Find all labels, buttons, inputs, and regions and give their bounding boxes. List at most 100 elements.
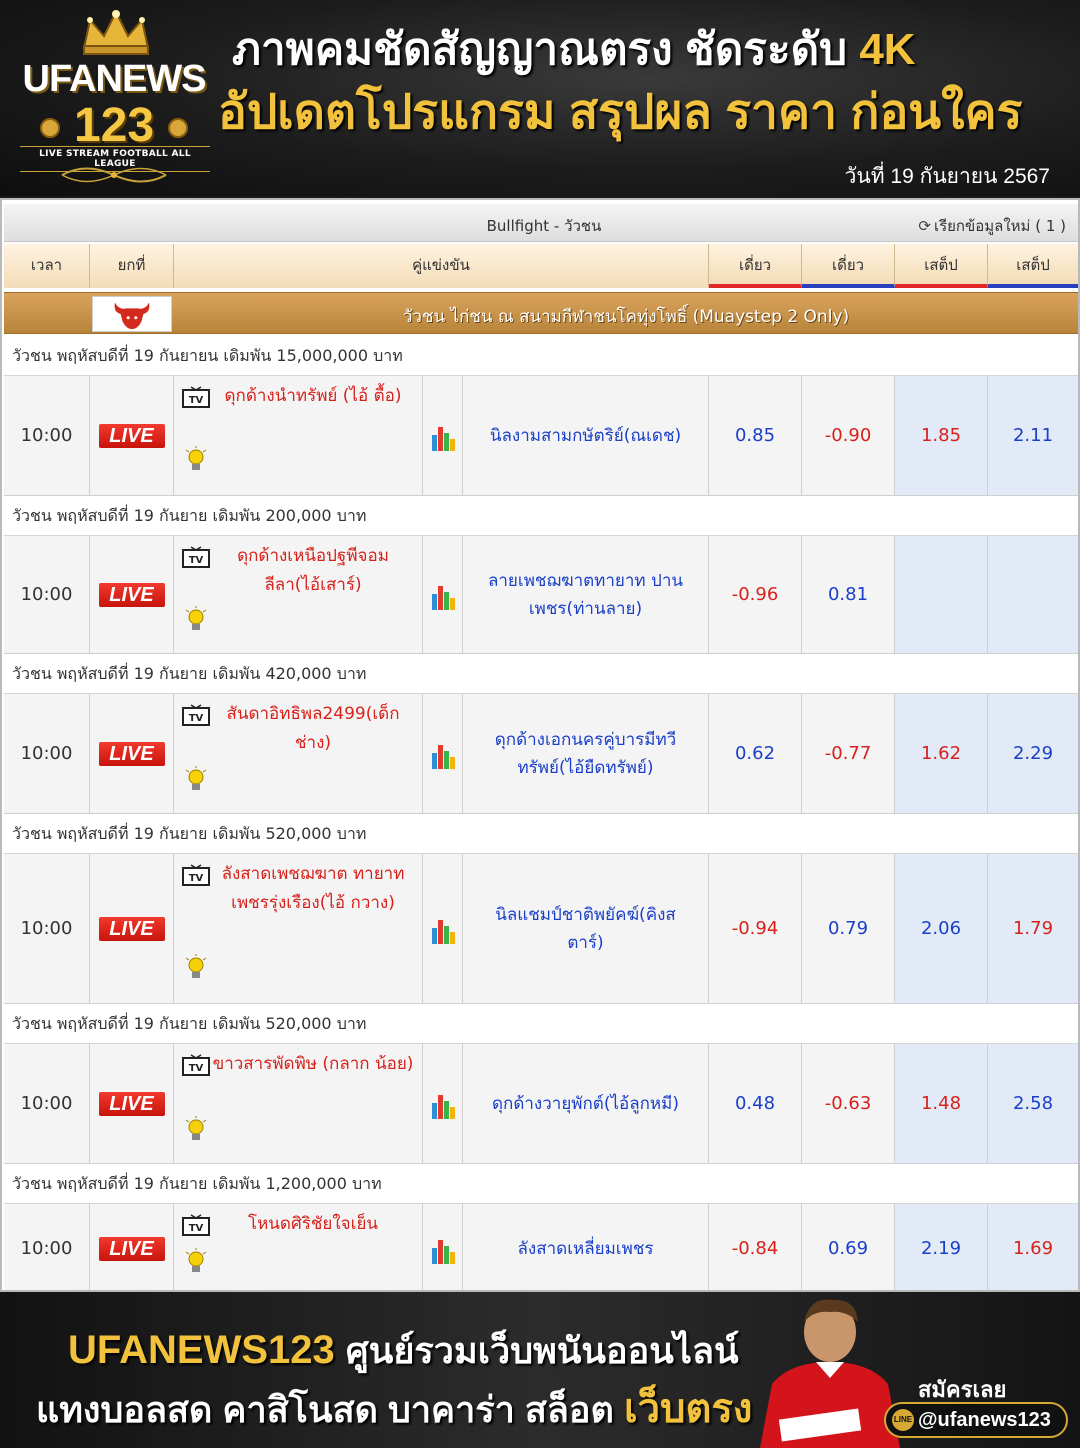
col-header-single-1[interactable]: เดี่ยว — [709, 244, 802, 288]
col-header-step-1[interactable]: เสต็ป — [895, 244, 988, 288]
stats-cell[interactable] — [423, 1044, 463, 1163]
stats-bars-icon[interactable] — [431, 1089, 455, 1119]
odds-single-2[interactable]: 0.69 — [802, 1204, 895, 1290]
odds-single-1[interactable]: 0.85 — [709, 376, 802, 495]
match-row[interactable]: 10:00 LIVE TV สันดาอิทธิพล2499(เด็ก ช่าง… — [4, 694, 1078, 814]
odds-single-1[interactable]: 0.62 — [709, 694, 802, 813]
match-time: 10:00 — [4, 1044, 90, 1163]
lightbulb-icon[interactable] — [184, 1248, 208, 1276]
tv-icon[interactable]: TV — [182, 1054, 210, 1076]
match-row[interactable]: 10:00 LIVE TV ขาวสารพัดพิษ (กลาก น้อย) ด… — [4, 1044, 1078, 1164]
match-description: วัวชน พฤหัสบดีที่ 19 กันยาย เดิมพัน 520,… — [4, 1004, 1078, 1044]
headline-secondary: อัปเดตโปรแกรม สรุปผล ราคา ก่อนใคร — [218, 86, 1023, 139]
live-button[interactable]: LIVE — [98, 741, 165, 766]
odds-single-1[interactable]: 0.48 — [709, 1044, 802, 1163]
lightbulb-icon[interactable] — [184, 606, 208, 634]
tv-icon[interactable]: TV — [182, 386, 210, 408]
live-cell: LIVE — [90, 1204, 174, 1290]
home-team[interactable]: ดุกด้างนำทรัพย์ (ไอ้ ตื้อ) — [210, 382, 416, 411]
live-button[interactable]: LIVE — [98, 1091, 165, 1116]
odds-step-1[interactable]: 1.48 — [895, 1044, 988, 1163]
live-button[interactable]: LIVE — [98, 916, 165, 941]
tv-icon[interactable]: TV — [182, 704, 210, 726]
odds-step-2[interactable]: 2.58 — [988, 1044, 1078, 1163]
stats-bars-icon[interactable] — [431, 580, 455, 610]
odds-step-2[interactable]: 1.69 — [988, 1204, 1078, 1290]
away-team[interactable]: นิลแชมป์ชาติพยัคฆ์(คิงส ตาร์) — [463, 854, 709, 1003]
stats-bars-icon[interactable] — [431, 421, 455, 451]
lightbulb-icon[interactable] — [184, 1116, 208, 1144]
line-icon: LINE — [892, 1409, 914, 1431]
away-team[interactable]: ลังสาดเหลี่ยมเพชร — [463, 1204, 709, 1290]
tv-icon[interactable]: TV — [182, 1214, 210, 1236]
home-team[interactable]: ลังสาดเพชฌฆาต ทายาทเพชรรุ่งเรือง(ไอ้ กวา… — [210, 860, 416, 918]
live-cell: LIVE — [90, 536, 174, 653]
home-team[interactable]: โหนดศิริชัยใจเย็น — [210, 1210, 416, 1239]
odds-step-1[interactable]: 2.06 — [895, 854, 988, 1003]
stats-cell[interactable] — [423, 376, 463, 495]
live-button[interactable]: LIVE — [98, 582, 165, 607]
col-header-round[interactable]: ยกที่ — [90, 244, 174, 288]
match-row[interactable]: 10:00 LIVE TV ดุกด้างนำทรัพย์ (ไอ้ ตื้อ)… — [4, 376, 1078, 496]
col-header-step-2[interactable]: เสต็ป — [988, 244, 1078, 288]
match-row[interactable]: 10:00 LIVE TV ดุกด้างเหนือปฐพีจอม ลีลา(ไ… — [4, 536, 1078, 654]
lightbulb-icon[interactable] — [184, 446, 208, 474]
away-team[interactable]: ลายเพชฌฆาตทายาท ปานเพชร(ท่านลาย) — [463, 536, 709, 653]
stats-bars-icon[interactable] — [431, 739, 455, 769]
odds-step-1[interactable]: 1.62 — [895, 694, 988, 813]
home-team[interactable]: ขาวสารพัดพิษ (กลาก น้อย) — [210, 1050, 416, 1079]
brand-logo[interactable]: UFANEWS 123 LIVE STREAM FOOTBALL ALL LEA… — [18, 8, 210, 188]
stats-cell[interactable] — [423, 1204, 463, 1290]
odds-step-2[interactable]: 2.29 — [988, 694, 1078, 813]
live-button[interactable]: LIVE — [98, 423, 165, 448]
odds-single-2[interactable]: 0.79 — [802, 854, 895, 1003]
stats-bars-icon[interactable] — [431, 914, 455, 944]
away-team[interactable]: นิลงามสามกษัตริย์(ณเดช) — [463, 376, 709, 495]
odds-step-2[interactable] — [988, 536, 1078, 653]
odds-single-1[interactable]: -0.94 — [709, 854, 802, 1003]
home-cell: TV ดุกด้างนำทรัพย์ (ไอ้ ตื้อ) — [174, 376, 423, 495]
headline-4k: 4K — [859, 25, 916, 74]
tv-icon[interactable]: TV — [182, 864, 210, 886]
footer-line-2: แทงบอลสด คาสิโนสด บาคาร่า สล็อต เว็บตรง — [36, 1376, 752, 1440]
home-team[interactable]: ดุกด้างเหนือปฐพีจอม ลีลา(ไอ้เสาร์) — [210, 542, 416, 600]
odds-step-2[interactable]: 2.11 — [988, 376, 1078, 495]
odds-single-1[interactable]: -0.96 — [709, 536, 802, 653]
odds-step-1[interactable] — [895, 536, 988, 653]
crown-icon — [82, 9, 150, 55]
odds-step-1[interactable]: 2.19 — [895, 1204, 988, 1290]
footer-banner: UFANEWS123 ศูนย์รวมเว็บพนันออนไลน์ แทงบอ… — [0, 1292, 1080, 1448]
board-title-bar: Bullfight - วัวชน ⟳ เรียกข้อมูลใหม่ ( 1 ) — [4, 204, 1078, 242]
col-header-time[interactable]: เวลา — [4, 244, 90, 288]
match-row[interactable]: 10:00 LIVE TV โหนดศิริชัยใจเย็น ลังสาดเห… — [4, 1204, 1078, 1290]
home-team[interactable]: สันดาอิทธิพล2499(เด็ก ช่าง) — [210, 700, 416, 758]
line-handle-button[interactable]: LINE @ufanews123 — [884, 1402, 1068, 1438]
footer-tagline-2: แทงบอลสด คาสิโนสด บาคาร่า สล็อต — [36, 1389, 614, 1430]
match-row[interactable]: 10:00 LIVE TV ลังสาดเพชฌฆาต ทายาทเพชรรุ่… — [4, 854, 1078, 1004]
away-team[interactable]: ดุกด้างวายุพักต์(ไอ้ลูกหมี) — [463, 1044, 709, 1163]
stats-bars-icon[interactable] — [431, 1234, 455, 1264]
odds-single-2[interactable]: -0.90 — [802, 376, 895, 495]
stats-cell[interactable] — [423, 854, 463, 1003]
odds-single-1[interactable]: -0.84 — [709, 1204, 802, 1290]
lightbulb-icon[interactable] — [184, 766, 208, 794]
stats-cell[interactable] — [423, 694, 463, 813]
home-cell: TV ดุกด้างเหนือปฐพีจอม ลีลา(ไอ้เสาร์) — [174, 536, 423, 653]
odds-single-2[interactable]: -0.77 — [802, 694, 895, 813]
football-icon — [168, 118, 188, 138]
odds-single-2[interactable]: -0.63 — [802, 1044, 895, 1163]
odds-step-2[interactable]: 1.79 — [988, 854, 1078, 1003]
live-cell: LIVE — [90, 1044, 174, 1163]
stats-cell[interactable] — [423, 536, 463, 653]
odds-single-2[interactable]: 0.81 — [802, 536, 895, 653]
col-header-match[interactable]: คู่แข่งขัน — [174, 244, 709, 288]
live-button[interactable]: LIVE — [98, 1236, 165, 1261]
col-header-single-2[interactable]: เดี่ยว — [802, 244, 895, 288]
away-team[interactable]: ดุกด้างเอกนครคู่บารมีทวี ทรัพย์(ไอ้ยืดทร… — [463, 694, 709, 813]
tv-icon[interactable]: TV — [182, 546, 210, 568]
refresh-button[interactable]: ⟳ เรียกข้อมูลใหม่ ( 1 ) — [918, 214, 1066, 238]
svg-text:TV: TV — [189, 713, 204, 724]
odds-step-1[interactable]: 1.85 — [895, 376, 988, 495]
match-time: 10:00 — [4, 376, 90, 495]
lightbulb-icon[interactable] — [184, 954, 208, 982]
